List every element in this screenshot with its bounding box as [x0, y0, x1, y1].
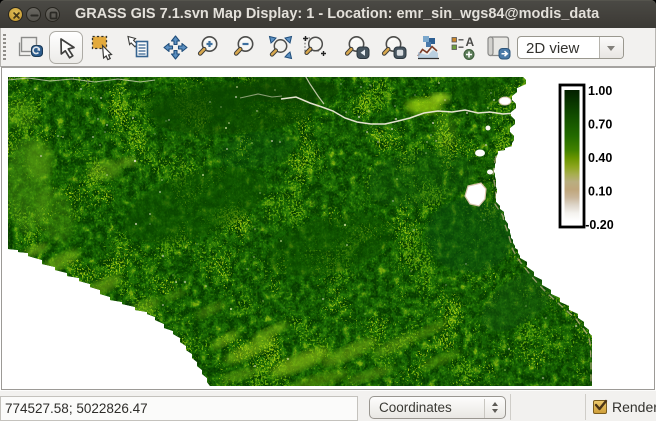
svg-text:0.70: 0.70: [588, 118, 612, 132]
svg-text:A: A: [466, 35, 475, 49]
svg-text:1.00: 1.00: [588, 84, 612, 98]
svg-text:-0.20: -0.20: [585, 218, 614, 232]
svg-text:0.40: 0.40: [588, 151, 612, 165]
svg-text:0.10: 0.10: [588, 185, 612, 199]
